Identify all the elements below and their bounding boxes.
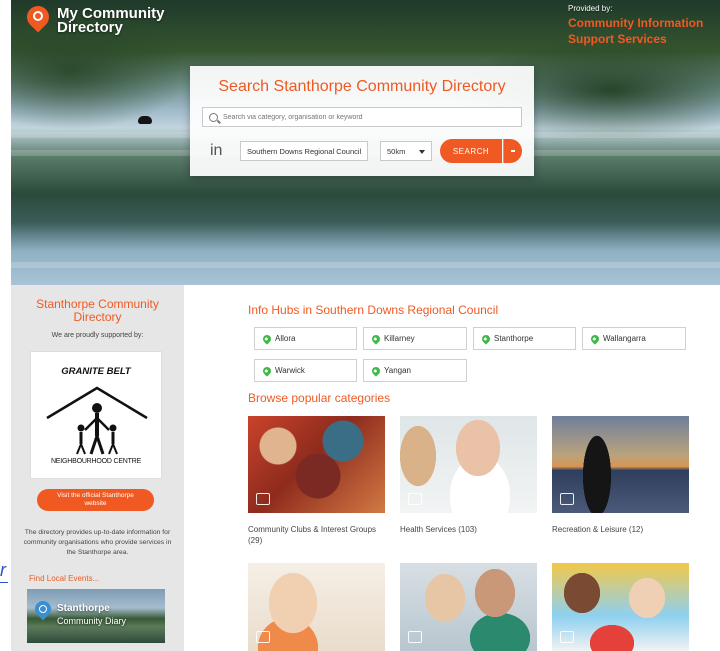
site-logo[interactable]: My Community Directory bbox=[22, 1, 165, 36]
search-icon bbox=[209, 112, 218, 122]
visit-website-button[interactable]: Visit the official Stanthorpe website bbox=[37, 489, 154, 511]
visit-website-line2: website bbox=[84, 500, 107, 507]
provider-label: Provided by: bbox=[568, 4, 613, 13]
provider-info: Provided by: Community Information Suppo… bbox=[568, 4, 713, 47]
category-badge-icon bbox=[408, 631, 422, 643]
category-image-community-clubs[interactable] bbox=[248, 416, 385, 513]
region-field[interactable]: Southern Downs Regional Council bbox=[240, 141, 368, 161]
radius-value: 50km bbox=[387, 147, 406, 156]
category-label-recreation[interactable]: Recreation & Leisure (12) bbox=[552, 524, 692, 535]
category-image-health-services[interactable] bbox=[400, 416, 537, 513]
diary-title: Stanthorpe bbox=[57, 603, 110, 614]
map-pin-icon bbox=[31, 597, 55, 621]
sponsor-logo[interactable]: GRANITE BELT NEIGHBOURHOOD CENTRE bbox=[30, 351, 162, 479]
directory-description: The directory provides up-to-date inform… bbox=[23, 529, 172, 556]
category-badge-icon bbox=[256, 493, 270, 505]
sidebar: Stanthorpe Community Directory We are pr… bbox=[11, 285, 184, 651]
supported-by-text: We are proudly supported by: bbox=[51, 332, 144, 339]
map-pin-icon bbox=[370, 332, 382, 345]
category-badge-icon bbox=[560, 631, 574, 643]
hub-label: Killarney bbox=[384, 334, 415, 343]
site-name: My Community Directory bbox=[57, 6, 165, 36]
map-pin-icon bbox=[589, 332, 601, 345]
map-pin-icon bbox=[22, 1, 54, 36]
category-label-health-services[interactable]: Health Services (103) bbox=[400, 524, 540, 535]
category-image[interactable] bbox=[400, 563, 537, 651]
category-image-recreation[interactable] bbox=[552, 416, 689, 513]
search-input[interactable] bbox=[223, 113, 513, 121]
hub-wallangarra[interactable]: Wallangarra bbox=[582, 327, 686, 350]
info-hubs-title: Info Hubs in Southern Downs Regional Cou… bbox=[248, 303, 499, 317]
map-pin-icon bbox=[480, 332, 492, 345]
map-pin-icon bbox=[261, 332, 273, 345]
minus-icon bbox=[511, 150, 515, 152]
hub-label: Allora bbox=[275, 334, 296, 343]
family-house-icon bbox=[46, 386, 148, 455]
search-panel: Search Stanthorpe Community Directory in… bbox=[190, 66, 534, 176]
category-badge-icon bbox=[560, 493, 574, 505]
category-image[interactable] bbox=[552, 563, 689, 651]
category-label-community-clubs[interactable]: Community Clubs & Interest Groups (29) bbox=[248, 524, 388, 546]
hub-warwick[interactable]: Warwick bbox=[254, 359, 357, 382]
sponsor-logo-subtitle: NEIGHBOURHOOD CENTRE bbox=[50, 458, 142, 465]
hub-allora[interactable]: Allora bbox=[254, 327, 357, 350]
edge-link-fragment[interactable]: r bbox=[0, 560, 8, 583]
search-button[interactable]: SEARCH bbox=[440, 139, 502, 163]
sidebar-title-line2: Directory bbox=[73, 310, 122, 324]
provider-name-line1[interactable]: Community Information bbox=[568, 15, 713, 31]
radius-select[interactable]: 50km bbox=[380, 141, 432, 161]
hub-yangan[interactable]: Yangan bbox=[363, 359, 467, 382]
hub-label: Yangan bbox=[384, 366, 411, 375]
category-badge-icon bbox=[256, 631, 270, 643]
provider-link[interactable]: Community Information Support Services bbox=[568, 15, 713, 47]
sponsor-logo-name: GRANITE BELT bbox=[61, 366, 131, 377]
hub-label: Warwick bbox=[275, 366, 305, 375]
find-events-link[interactable]: Find Local Events... bbox=[29, 574, 99, 583]
hub-label: Stanthorpe bbox=[494, 334, 534, 343]
in-label: in bbox=[210, 142, 223, 159]
community-diary-banner[interactable]: Stanthorpe Community Diary bbox=[27, 589, 165, 643]
duck-silhouette bbox=[138, 116, 152, 124]
diary-subtitle: Community Diary bbox=[57, 616, 127, 626]
hub-stanthorpe[interactable]: Stanthorpe bbox=[473, 327, 576, 350]
sidebar-title: Stanthorpe Community Directory bbox=[11, 298, 184, 324]
provider-name-line2[interactable]: Support Services bbox=[568, 31, 713, 47]
hub-killarney[interactable]: Killarney bbox=[363, 327, 467, 350]
category-image[interactable] bbox=[248, 563, 385, 651]
map-pin-icon bbox=[370, 364, 382, 377]
water-ripple bbox=[11, 262, 720, 268]
search-title: Search Stanthorpe Community Directory bbox=[218, 78, 506, 95]
search-options-button[interactable] bbox=[503, 139, 522, 163]
hub-label: Wallangarra bbox=[603, 334, 646, 343]
visit-website-line1: Visit the official Stanthorpe bbox=[57, 492, 134, 499]
site-name-line2: Directory bbox=[57, 19, 123, 36]
search-field[interactable] bbox=[202, 107, 522, 127]
chevron-down-icon bbox=[419, 150, 425, 154]
map-pin-icon bbox=[261, 364, 273, 377]
popular-categories-title: Browse popular categories bbox=[248, 391, 391, 405]
category-badge-icon bbox=[408, 493, 422, 505]
